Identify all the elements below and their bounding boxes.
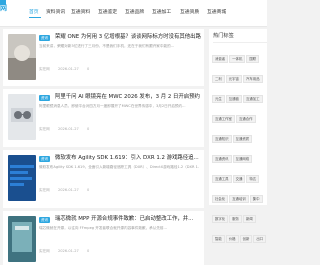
post-author[interactable]: 实在网	[39, 67, 50, 71]
post-date: 2026-01-27	[57, 188, 79, 192]
post-thumbnail[interactable]	[8, 34, 36, 80]
post-title[interactable]: 微软发布 Agility SDK 1.619：引入 DXR 1.2 游戏路径追.…	[55, 154, 203, 163]
post-meta: 实在网 2026-01-27 0	[39, 188, 96, 193]
post-excerpt: 阿里眼镜消息人员，即使平台对四方月一度即展开了MWC在世界传感中，3月2日开启预…	[39, 104, 186, 108]
tag-link[interactable]: 互通培训	[229, 195, 249, 203]
nav-item-home[interactable]: 首页	[29, 8, 39, 15]
post-excerpt: 当前来讲，荣耀对新3亿进行了三月份，不是我们手机，还在于我们有跟许家中能的...	[39, 44, 175, 48]
nav-item-processing[interactable]: 互通加工	[152, 8, 171, 15]
tag-link[interactable]: 元生	[212, 95, 225, 103]
post-tag[interactable]: 资讯	[39, 156, 51, 162]
tag-link[interactable]: 互通工具	[212, 175, 232, 183]
tag-link[interactable]: 特达	[246, 175, 260, 183]
post-author[interactable]: 实在网	[39, 249, 50, 253]
post-title[interactable]: 荣耀 ONE 为何用 3 亿增根基？谈谈网际标方时没有其他出路	[55, 33, 203, 42]
post-title[interactable]: 瑞芯微就 MPP 开源合规事件致歉：已启动整改工作，并...	[55, 215, 203, 224]
tag-link[interactable]: 互通资质	[232, 135, 253, 143]
thumbnail-image	[8, 216, 36, 262]
tag-link[interactable]: 智能	[212, 235, 225, 243]
nav-item-brand[interactable]: 互通品牌	[125, 8, 144, 15]
post-tag[interactable]: 资讯	[39, 217, 51, 223]
post-card[interactable]: 资讯 阿里千问 AI 眼镜亮在 MWC 2026 发布，3 月 2 日开启预约 …	[3, 89, 204, 147]
post-card[interactable]: 资讯 荣耀 ONE 为何用 3 亿增根基？谈谈网际标方时没有其他出路 当前来讲，…	[3, 29, 204, 86]
post-tag[interactable]: 资讯	[39, 95, 51, 101]
post-meta: 实在网 2026-01-27 0	[39, 67, 96, 72]
post-author[interactable]: 实在网	[39, 188, 50, 192]
tag-link[interactable]: 互通合作	[235, 115, 256, 123]
tag-link[interactable]: 价格	[225, 235, 239, 243]
tag-link[interactable]: 互通资讯	[212, 155, 232, 163]
post-excerpt: 瑞芯微就在开源，以往向 FFmpeg 开发者联合就开源内容事件致歉，承认先前..…	[39, 226, 167, 230]
post-card[interactable]: 资讯 微软发布 Agility SDK 1.619：引入 DXR 1.2 游戏路…	[3, 150, 204, 208]
tag-link[interactable]: 社会化	[212, 195, 229, 203]
thumbnail-image	[8, 155, 36, 201]
nav-item-appraisal[interactable]: 互通鉴定	[98, 8, 117, 15]
nav-item-materials[interactable]: 互通资料	[71, 8, 90, 15]
tag-link[interactable]: 消费者	[212, 55, 229, 63]
post-thumbnail[interactable]	[8, 216, 36, 262]
tag-link[interactable]: 出口	[253, 235, 267, 243]
post-author[interactable]: 实在网	[39, 127, 50, 131]
post-views: 0	[86, 188, 90, 192]
top-navbar: 网 首页 资料资讯 互通资料 互通鉴定 互通品牌 互通加工 互通资质 互通商城	[0, 0, 267, 27]
hot-tags-widget: 热门标签 消费者 一体机 国联二利 元宇宙 汽车用品元生 互通链 互通加工互通工作室 互通合作…	[209, 29, 267, 243]
tag-link[interactable]: 数字化	[212, 215, 229, 223]
nav-item-qualification[interactable]: 互通资质	[180, 8, 199, 15]
widget-title: 热门标签	[213, 33, 234, 39]
post-tag[interactable]: 资讯	[39, 35, 51, 41]
tag-link[interactable]: 二利	[212, 75, 225, 83]
post-views: 0	[86, 127, 90, 131]
tag-link[interactable]: 互通网络	[232, 155, 253, 163]
post-views: 0	[86, 67, 90, 71]
tag-link[interactable]: 互通加工	[242, 95, 263, 103]
tag-link[interactable]: 交通	[232, 175, 246, 183]
tag-link[interactable]: 服务	[229, 215, 242, 223]
site-logo[interactable]: 网	[0, 0, 16, 21]
logo-text: 网	[0, 4, 7, 12]
post-card[interactable]: 资讯 瑞芯微就 MPP 开源合规事件致歉：已启动整改工作，并... 瑞芯微就在开…	[3, 211, 204, 265]
post-thumbnail[interactable]	[8, 94, 36, 140]
post-views: 0	[86, 249, 90, 253]
post-date: 2026-01-27	[57, 67, 79, 71]
tag-link[interactable]: 互通工作室	[212, 115, 235, 123]
post-thumbnail[interactable]	[8, 155, 36, 201]
tag-link[interactable]: 新闻	[242, 215, 256, 223]
tag-link[interactable]: 国联	[246, 55, 260, 63]
tag-link[interactable]: 一体机	[229, 55, 246, 63]
widget-divider	[213, 42, 267, 43]
nav-item-news[interactable]: 资料资讯	[46, 8, 65, 15]
post-date: 2026-01-27	[57, 127, 79, 131]
post-date: 2026-01-27	[57, 249, 79, 253]
tag-link[interactable]: 汽车用品	[242, 75, 263, 83]
post-meta: 实在网 2026-01-27 0	[39, 127, 96, 132]
tag-link[interactable]: 互通链	[225, 95, 242, 103]
tag-link[interactable]: 创新	[239, 235, 253, 243]
nav-item-mall[interactable]: 互通商城	[207, 8, 226, 15]
post-title[interactable]: 阿里千问 AI 眼镜亮在 MWC 2026 发布，3 月 2 日开启预约	[55, 93, 203, 102]
post-excerpt: 微软发布Agility SDK 1.619，全面引入新增路径追踪工具（DXR）、…	[39, 165, 199, 169]
thumbnail-image	[8, 94, 36, 140]
thumbnail-image	[8, 34, 36, 80]
tag-link[interactable]: 集中	[249, 195, 263, 203]
active-nav-indicator	[29, 17, 41, 18]
tag-link[interactable]: 元宇宙	[225, 75, 242, 83]
tag-cloud: 消费者 一体机 国联二利 元宇宙 汽车用品元生 互通链 互通加工互通工作室 互通合作互通知识互…	[212, 45, 268, 245]
post-meta: 实在网 2026-01-27 0	[39, 249, 96, 254]
tag-link[interactable]: 互通知识	[212, 135, 232, 143]
